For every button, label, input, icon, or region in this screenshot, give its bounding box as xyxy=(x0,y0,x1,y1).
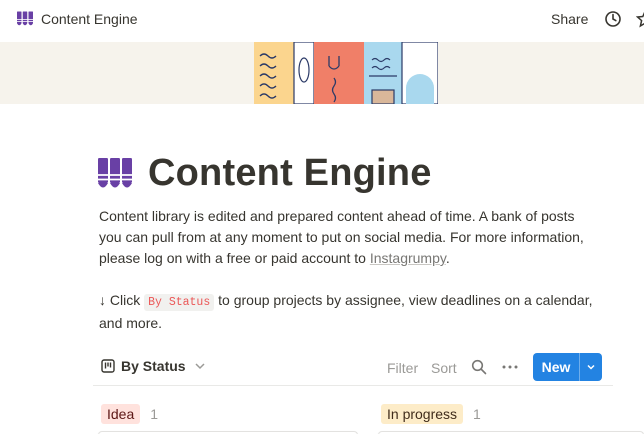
breadcrumb-title: Content Engine xyxy=(41,11,138,27)
group-count: 1 xyxy=(150,406,159,422)
description-end: . xyxy=(445,250,450,266)
clock-icon[interactable] xyxy=(604,10,622,28)
new-dropdown-chevron[interactable] xyxy=(580,362,602,372)
chevron-down-icon xyxy=(587,364,595,370)
more-icon[interactable] xyxy=(501,359,519,375)
inline-code: By Status xyxy=(144,294,215,311)
books-illustration xyxy=(254,42,438,104)
new-button[interactable]: New xyxy=(533,353,602,381)
filter-button[interactable]: Filter xyxy=(387,360,418,376)
sort-button[interactable]: Sort xyxy=(431,360,457,376)
books-icon xyxy=(17,11,33,26)
page-description: Content library is edited and prepared c… xyxy=(99,206,599,269)
page-books-icon[interactable] xyxy=(97,157,133,193)
cover-image xyxy=(0,42,644,104)
view-toolbar: By Status Filter Sort New xyxy=(93,350,613,386)
new-button-label: New xyxy=(541,359,571,375)
page-title: Content Engine xyxy=(148,152,432,194)
chevron-down-icon xyxy=(195,363,205,370)
page-hint: ↓ Click By Status to group projects by a… xyxy=(99,290,599,334)
board-icon xyxy=(101,359,115,373)
status-tag-idea[interactable]: Idea xyxy=(101,404,141,424)
star-icon[interactable] xyxy=(636,10,644,28)
breadcrumb[interactable]: Content Engine xyxy=(16,10,138,28)
status-tag-in-progress[interactable]: In progress xyxy=(381,404,464,424)
share-button[interactable]: Share xyxy=(551,11,588,27)
search-icon[interactable] xyxy=(471,359,487,375)
group-count: 1 xyxy=(473,406,481,422)
top-bar: Content Engine Share xyxy=(0,0,644,40)
board-group-in-progress: In progress 1 xyxy=(381,404,481,424)
view-tab-label: By Status xyxy=(121,358,186,374)
view-tab-by-status[interactable]: By Status xyxy=(101,358,206,374)
instagrumpy-link[interactable]: Instagrumpy xyxy=(370,250,446,266)
description-text: Content library is edited and prepared c… xyxy=(99,208,584,266)
board-group-idea: Idea 1 xyxy=(101,404,158,424)
hint-prefix: ↓ Click xyxy=(99,292,145,308)
